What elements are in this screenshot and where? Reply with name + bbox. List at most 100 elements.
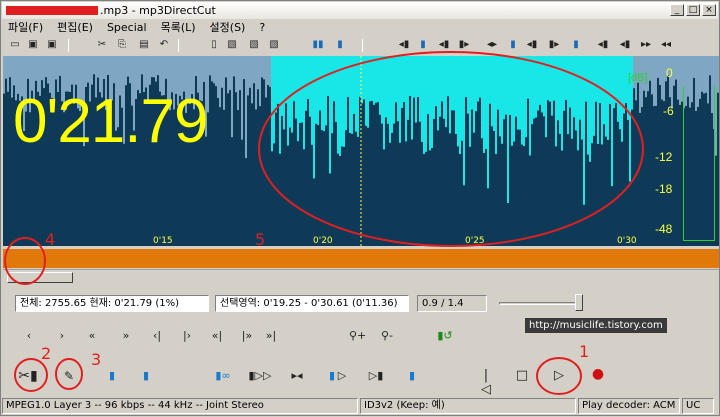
jump-icon[interactable]: ◂▸ — [484, 38, 500, 52]
volume-slider-track[interactable] — [499, 302, 581, 305]
marker-a-icon[interactable]: ▮ — [105, 369, 119, 383]
menu-file[interactable]: 파일(F) — [8, 19, 43, 35]
maximize-icon[interactable]: □ — [686, 4, 700, 16]
save-selection-icon[interactable]: ▣ — [44, 38, 60, 52]
set-begin-icon[interactable]: ◂▮ — [397, 38, 411, 52]
db-label-0: 0 — [666, 66, 673, 80]
marker-d-icon[interactable]: ▮ — [405, 369, 419, 383]
end-icon[interactable]: |› — [179, 329, 195, 343]
marker-icon[interactable]: ▮▮ — [310, 38, 326, 52]
split-marker-icon[interactable]: ▮ — [570, 38, 582, 52]
wave-bar — [389, 56, 391, 143]
page-next-icon[interactable]: ▧ — [248, 38, 260, 52]
wave-bar — [343, 56, 345, 147]
rewind-icon[interactable]: « — [84, 329, 100, 343]
scrollbar-thumb[interactable] — [7, 272, 73, 283]
time-tick-25: 0'25 — [465, 236, 485, 246]
wave-bar — [601, 56, 603, 145]
normalize-icon[interactable]: ▮↺ — [437, 329, 453, 343]
wave-bar — [157, 56, 159, 76]
begin-icon[interactable]: ‹| — [149, 329, 165, 343]
cue-left-icon[interactable]: ◂▮ — [525, 38, 539, 52]
wave-bar — [471, 56, 473, 110]
cue-right-icon[interactable]: ▮▸ — [547, 38, 561, 52]
wave-bar — [561, 56, 563, 151]
wave-bar — [239, 56, 241, 91]
toolbar-separator — [178, 39, 179, 52]
stop-icon[interactable]: □ — [515, 369, 529, 383]
menu-special[interactable]: Special — [107, 21, 147, 34]
wave-bar — [507, 56, 509, 203]
wave-bar — [231, 56, 233, 138]
page-last-icon[interactable]: ▧ — [268, 38, 280, 52]
minimize-icon[interactable]: _ — [670, 4, 684, 16]
wave-bar — [249, 56, 251, 88]
wave-bar — [531, 56, 533, 125]
expand-icon[interactable]: ▸▸ — [639, 38, 653, 52]
wave-bar — [3, 56, 5, 94]
wave-bar — [397, 56, 399, 122]
selection-field: 선택영역: 0'19.25 - 0'30.61 (0'11.36) — [215, 295, 409, 312]
waveform-view[interactable]: 0'21.79 [dB] 0 -6 -12 -18 -48 — [3, 56, 719, 246]
play-to-icon[interactable]: ▸◂ — [287, 369, 307, 383]
wave-bar — [459, 56, 461, 155]
next-icon[interactable]: › — [56, 329, 68, 343]
menu-help[interactable]: ? — [259, 21, 265, 34]
menu-edit[interactable]: 편집(E) — [57, 19, 93, 35]
marker-b-icon[interactable]: ▮ — [139, 369, 153, 383]
zoom-in-icon[interactable]: ⚲+ — [349, 329, 366, 343]
wave-bar — [679, 56, 681, 105]
seek-start-icon[interactable]: «| — [209, 329, 225, 343]
wave-bar — [501, 56, 503, 144]
play-selection-icon[interactable]: ▮▷▷ — [245, 369, 275, 383]
undo-icon[interactable]: ↶ — [158, 38, 170, 52]
overview-bar[interactable] — [3, 249, 719, 268]
status-id3: ID3v2 (Keep: 예) — [360, 398, 576, 414]
forward-icon[interactable]: » — [118, 329, 134, 343]
wave-bar — [395, 56, 397, 103]
blue-marker-icon[interactable]: ▮ — [507, 38, 519, 52]
cut-icon[interactable]: ✂ — [96, 38, 108, 52]
wave-bar — [533, 56, 535, 119]
record-icon[interactable]: ● — [591, 367, 605, 381]
wave-bar — [107, 56, 109, 75]
db-label-12: -12 — [655, 150, 673, 164]
close-icon[interactable]: × — [702, 4, 716, 16]
status-mode: UC — [682, 398, 714, 414]
wave-bar — [293, 56, 295, 102]
volume-slider-thumb[interactable] — [575, 294, 583, 311]
wave-bar — [505, 56, 507, 115]
prev-cue-icon[interactable]: ◂▮ — [437, 38, 451, 52]
set-end-icon[interactable]: ▮ — [417, 38, 429, 52]
fade-icon[interactable]: ◂▮ — [596, 38, 610, 52]
horizontal-scrollbar[interactable] — [3, 269, 719, 284]
wave-bar — [499, 56, 501, 137]
marker-end-icon[interactable]: ▮ — [334, 38, 346, 52]
fade-out-icon[interactable]: ◂▮ — [618, 38, 632, 52]
open-folder-icon[interactable]: ▭ — [8, 38, 22, 52]
next-cue-icon[interactable]: ▮▸ — [457, 38, 471, 52]
time-tick-20: 0'20 — [313, 236, 333, 246]
page-icon[interactable]: ▯ — [208, 38, 220, 52]
copy-icon[interactable]: ⎘ — [116, 38, 128, 52]
shrink-icon[interactable]: ◂◂ — [659, 38, 673, 52]
save-icon[interactable]: ▣ — [26, 38, 40, 52]
menu-settings[interactable]: 설정(S) — [210, 19, 246, 35]
zoom-out-icon[interactable]: ⚲- — [379, 329, 395, 343]
prev-icon[interactable]: ‹ — [23, 329, 35, 343]
wave-bar — [225, 56, 227, 78]
loop-icon[interactable]: ▮∞ — [209, 369, 237, 383]
menu-list[interactable]: 목록(L) — [161, 19, 196, 35]
play-icon[interactable]: ▷ — [552, 369, 566, 383]
page-view-icon[interactable]: ▧ — [226, 38, 238, 52]
skip-icon[interactable]: »| — [263, 329, 279, 343]
seek-end-icon[interactable]: |» — [239, 329, 255, 343]
cut-button-icon[interactable]: ✂▮ — [15, 369, 41, 383]
play-from-icon[interactable]: ▷ — [332, 369, 352, 383]
paste-icon[interactable]: ▤ — [138, 38, 150, 52]
skip-back-icon[interactable]: |◁ — [479, 369, 493, 397]
pencil-icon[interactable]: ✎ — [59, 369, 79, 383]
play-marker-icon[interactable]: ▷▮ — [367, 369, 385, 383]
annotation-2: 2 — [41, 344, 51, 363]
toolbar-separator — [68, 39, 69, 52]
